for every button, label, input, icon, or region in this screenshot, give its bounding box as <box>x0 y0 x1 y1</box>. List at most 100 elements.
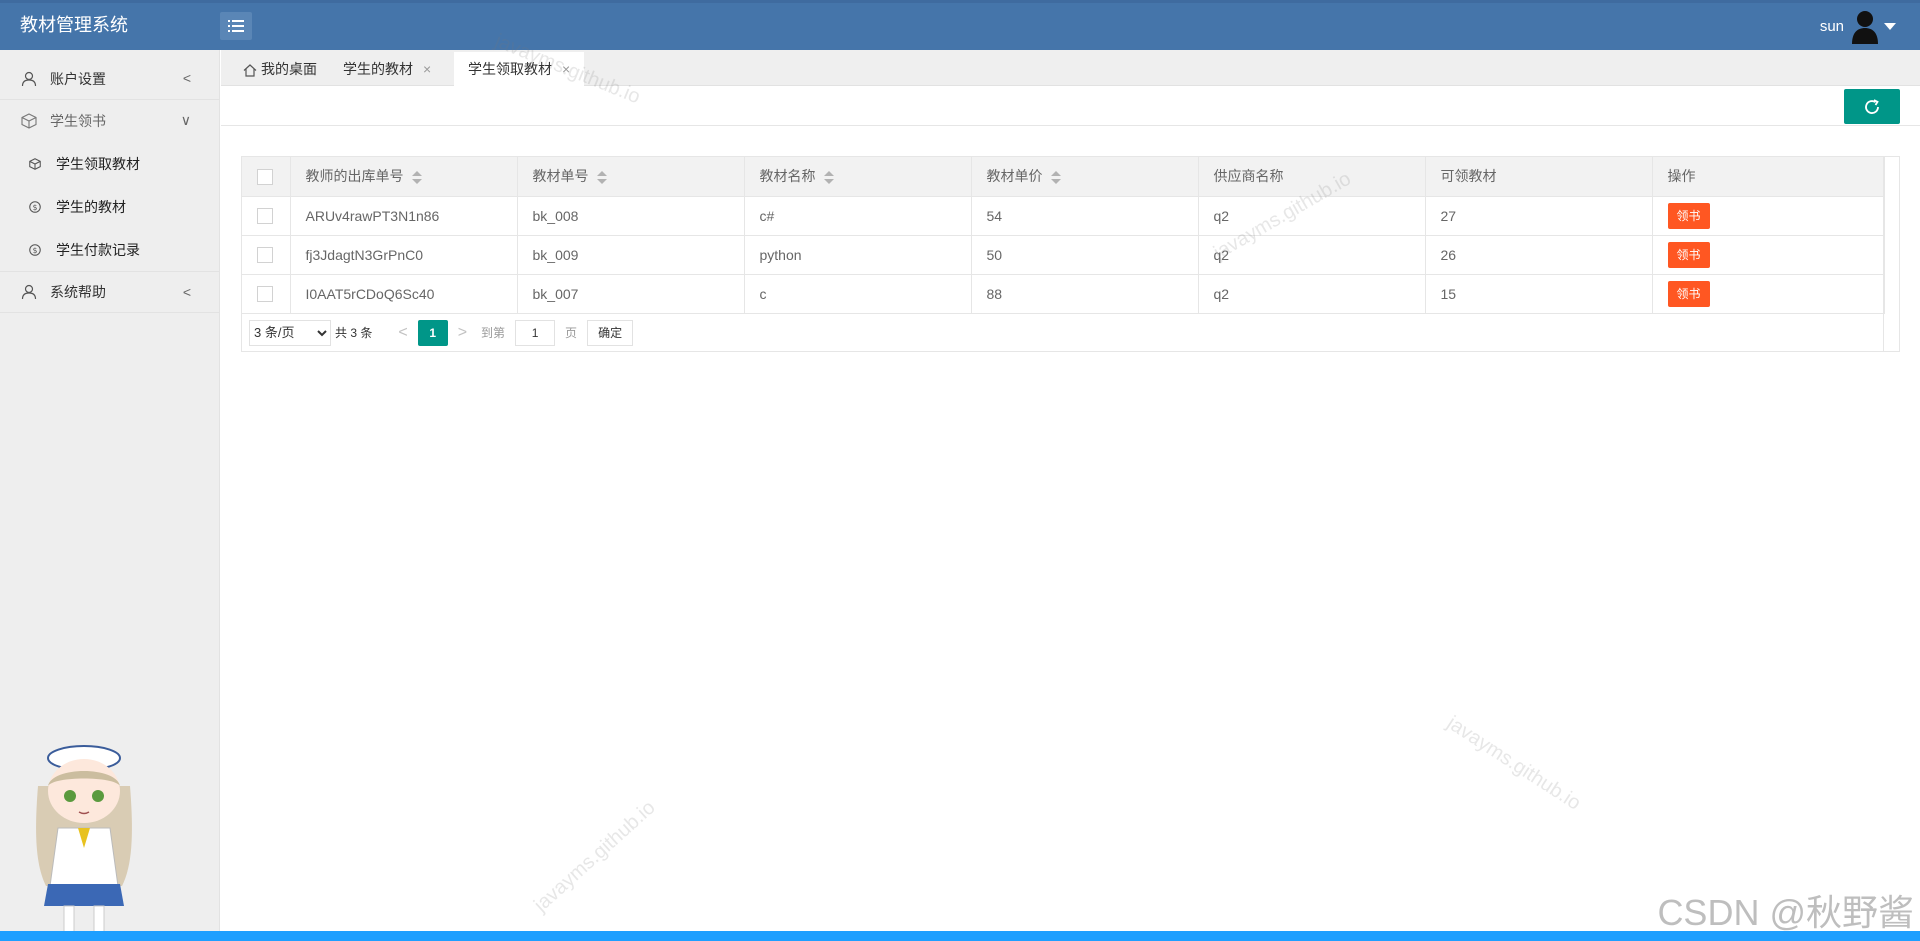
home-icon <box>243 63 257 77</box>
coin-icon: $ <box>28 200 42 214</box>
sort-icon[interactable] <box>411 170 422 185</box>
table-row: ARUv4rawPT3N1n86 bk_008 c# 54 q2 27 领书 <box>242 196 1885 236</box>
tab-label: 我的桌面 <box>261 61 317 77</box>
sidebar-subitem-label: 学生领取教材 <box>56 155 140 172</box>
sidebar-subitem-my-books[interactable]: $ 学生的教材 <box>0 185 219 228</box>
column-header-available: 可领教材 <box>1425 157 1653 197</box>
table-header-row: 教师的出库单号 教材单号 教材名称 教材单价 供应商名称 可领教材 操作 <box>242 157 1885 197</box>
chevron-left-icon: < <box>182 70 191 86</box>
row-checkbox[interactable] <box>257 286 273 303</box>
top-header: 教材管理系统 sun <box>0 0 1920 50</box>
sidebar-item-student-books[interactable]: 学生领书 ∨ <box>0 100 219 142</box>
receive-book-button[interactable]: 领书 <box>1667 241 1710 268</box>
sort-icon[interactable] <box>823 170 834 185</box>
table-row: fj3JdagtN3GrPnC0 bk_009 python 50 q2 26 … <box>242 235 1885 275</box>
user-icon <box>20 283 38 301</box>
cell-supplier: q2 <box>1198 196 1426 236</box>
svg-text:$: $ <box>33 203 38 212</box>
goto-confirm-button[interactable]: 确定 <box>587 319 634 346</box>
column-header-action: 操作 <box>1652 157 1885 197</box>
column-header-book-name[interactable]: 教材名称 <box>744 157 972 197</box>
site-watermark: javayms.github.io <box>1443 712 1585 815</box>
cell-price: 50 <box>971 235 1199 275</box>
cell-book-no: bk_009 <box>517 235 745 275</box>
tab-bar: 我的桌面 学生的教材 × 学生领取教材 × <box>221 50 1920 86</box>
cell-available: 27 <box>1425 196 1653 236</box>
chevron-down-icon: ∨ <box>180 112 191 128</box>
bottom-bar <box>0 931 1920 941</box>
receive-book-button[interactable]: 领书 <box>1667 280 1710 307</box>
sidebar-item-system-help[interactable]: 系统帮助 < <box>0 271 219 313</box>
sort-icon[interactable] <box>1050 170 1061 185</box>
close-icon[interactable]: × <box>562 61 570 77</box>
svg-text:$: $ <box>33 246 38 255</box>
cell-price: 88 <box>971 274 1199 314</box>
list-icon <box>228 20 244 32</box>
select-all-checkbox[interactable] <box>257 168 273 185</box>
tab-my-desktop[interactable]: 我的桌面 <box>229 52 331 86</box>
sort-icon[interactable] <box>596 170 607 185</box>
column-header-supplier: 供应商名称 <box>1198 157 1426 197</box>
select-all-cell <box>242 157 291 197</box>
menu-toggle-button[interactable] <box>220 12 252 40</box>
toolbar-divider <box>221 125 1920 126</box>
cell-book-name: python <box>744 235 972 275</box>
cell-out-no: I0AAT5rCDoQ6Sc40 <box>290 274 518 314</box>
app-title: 教材管理系统 <box>20 15 128 35</box>
user-icon <box>20 70 38 88</box>
sidebar-item-label: 系统帮助 <box>50 284 106 300</box>
chevron-down-icon <box>1884 23 1896 30</box>
page-size-select[interactable]: 3 条/页 <box>249 319 331 346</box>
sidebar-subitem-label: 学生付款记录 <box>56 241 140 258</box>
cell-price: 54 <box>971 196 1199 236</box>
chevron-left-icon[interactable]: < <box>398 324 407 342</box>
cell-available: 26 <box>1425 235 1653 275</box>
page-button-current[interactable]: 1 <box>417 319 448 346</box>
sidebar: 账户设置 < 学生领书 ∨ 学生领取教材 $ 学生的教材 $ 学生付款记录 系统… <box>0 50 220 941</box>
sidebar-subitem-receive-books[interactable]: 学生领取教材 <box>0 142 219 185</box>
mascot-illustration <box>36 745 132 941</box>
row-checkbox[interactable] <box>257 208 273 225</box>
column-header-book-no[interactable]: 教材单号 <box>517 157 745 197</box>
username: sun <box>1819 18 1844 35</box>
page-unit-label: 页 <box>565 326 578 340</box>
cell-supplier: q2 <box>1198 235 1426 275</box>
refresh-icon <box>1865 98 1879 114</box>
user-avatar-icon <box>1852 10 1878 44</box>
sidebar-subitem-label: 学生的教材 <box>56 198 126 215</box>
tab-receive-books[interactable]: 学生领取教材 × <box>454 52 585 86</box>
coin-icon: $ <box>28 243 42 257</box>
goto-page-input[interactable] <box>515 319 556 346</box>
goto-label: 到第 <box>481 326 506 340</box>
cube-icon <box>28 157 42 171</box>
table-row: I0AAT5rCDoQ6Sc40 bk_007 c 88 q2 15 领书 <box>242 274 1885 314</box>
site-watermark: javayms.github.io <box>530 796 660 917</box>
cell-book-name: c# <box>744 196 972 236</box>
sidebar-item-label: 学生领书 <box>50 113 106 129</box>
column-header-out-no[interactable]: 教师的出库单号 <box>290 157 518 197</box>
cell-book-no: bk_007 <box>517 274 745 314</box>
receive-book-button[interactable]: 领书 <box>1667 202 1710 229</box>
pagination: 3 条/页 共 3 条 < 1 > 到第 页 确定 <box>242 313 1899 352</box>
cell-out-no: ARUv4rawPT3N1n86 <box>290 196 518 236</box>
sidebar-item-label: 账户设置 <box>50 70 106 87</box>
user-menu[interactable]: sun <box>1820 3 1896 50</box>
column-header-price[interactable]: 教材单价 <box>971 157 1199 197</box>
csdn-watermark: CSDN @秋野酱 <box>1657 892 1914 933</box>
data-table: 教师的出库单号 教材单号 教材名称 教材单价 供应商名称 可领教材 操作 ARU… <box>241 156 1900 352</box>
chevron-right-icon[interactable]: > <box>458 324 467 342</box>
refresh-button[interactable] <box>1844 89 1900 124</box>
cell-book-name: c <box>744 274 972 314</box>
close-icon[interactable]: × <box>423 61 431 77</box>
tab-label: 学生的教材 <box>343 61 413 77</box>
cell-out-no: fj3JdagtN3GrPnC0 <box>290 235 518 275</box>
cell-available: 15 <box>1425 274 1653 314</box>
cell-book-no: bk_008 <box>517 196 745 236</box>
cell-supplier: q2 <box>1198 274 1426 314</box>
row-checkbox[interactable] <box>257 247 273 264</box>
tab-my-books[interactable]: 学生的教材 × <box>329 52 445 86</box>
sidebar-item-account-settings[interactable]: 账户设置 < <box>0 58 219 100</box>
cube-icon <box>20 112 38 130</box>
chevron-left-icon: < <box>182 284 191 300</box>
sidebar-subitem-payment-records[interactable]: $ 学生付款记录 <box>0 228 219 271</box>
